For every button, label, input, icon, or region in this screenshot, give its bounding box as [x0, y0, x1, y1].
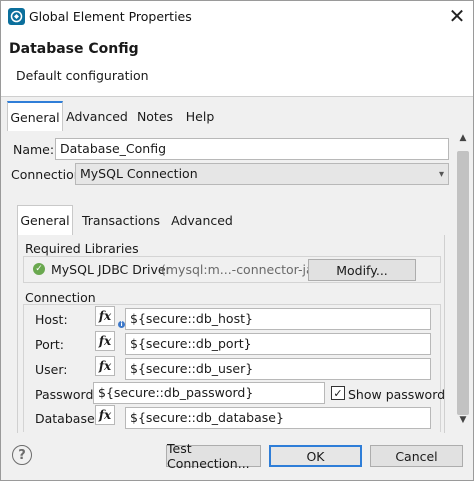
connection-group-label: Connection — [25, 290, 96, 305]
name-field[interactable]: Database_Config — [55, 138, 449, 160]
database-label: Database: — [35, 411, 99, 426]
tab-help[interactable]: Help — [181, 101, 219, 131]
required-libraries-label: Required Libraries — [25, 241, 139, 256]
connection-label: Connection — [11, 167, 82, 182]
header-description: Default configuration — [16, 68, 149, 83]
show-password-label: Show password — [348, 387, 446, 402]
password-field[interactable]: ${secure::db_password} — [93, 382, 325, 404]
cancel-button[interactable]: Cancel — [370, 445, 463, 467]
inner-tab-bar: General Transactions Advanced — [17, 205, 443, 235]
user-field[interactable]: ${secure::db_user} — [125, 358, 431, 380]
connection-select[interactable]: MySQL Connection ▾ — [75, 163, 449, 185]
dialog-footer: ? Test Connection... OK Cancel — [1, 433, 473, 480]
tab-notes[interactable]: Notes — [131, 101, 179, 131]
status-ok-icon: ✓ — [33, 263, 45, 275]
dialog-header: Database Config Default configuration — [1, 31, 473, 97]
driver-name: MySQL JDBC Driver — [51, 262, 171, 277]
window-title: Global Element Properties — [29, 9, 192, 24]
chevron-down-icon[interactable]: ▾ — [439, 169, 444, 180]
tab-general[interactable]: General — [7, 101, 63, 131]
header-title: Database Config — [9, 41, 139, 57]
info-icon: i — [118, 321, 125, 328]
test-connection-button[interactable]: Test Connection... — [166, 441, 261, 471]
port-label: Port: — [35, 337, 64, 352]
global-element-properties-dialog: Global Element Properties ✕ Database Con… — [0, 0, 474, 481]
inner-tab-general[interactable]: General — [17, 205, 73, 235]
inner-tab-advanced[interactable]: Advanced — [167, 205, 237, 235]
scroll-up-icon[interactable]: ▲ — [456, 133, 470, 147]
scroll-down-icon[interactable]: ▼ — [456, 415, 470, 431]
name-label: Name: — [13, 142, 55, 157]
password-label: Password: — [35, 387, 98, 402]
vertical-scrollbar[interactable]: ▲ ▼ — [454, 131, 472, 433]
host-label: Host: — [35, 312, 68, 327]
inner-tab-transactions[interactable]: Transactions — [75, 205, 167, 235]
database-field[interactable]: ${secure::db_database} — [125, 407, 431, 429]
connection-select-value: MySQL Connection — [80, 166, 198, 181]
app-icon — [8, 8, 25, 25]
outer-tab-bar: General Advanced Notes Help — [1, 101, 473, 131]
fx-icon[interactable]: fx — [95, 356, 115, 376]
host-field[interactable]: ${secure::db_host} — [125, 308, 431, 330]
user-label: User: — [35, 362, 68, 377]
modify-button[interactable]: Modify... — [308, 259, 416, 281]
port-field[interactable]: ${secure::db_port} — [125, 333, 431, 355]
help-icon[interactable]: ? — [12, 445, 32, 465]
show-password-checkbox[interactable]: ✓ — [331, 386, 345, 400]
fx-icon[interactable]: fx — [95, 331, 115, 351]
tab-advanced[interactable]: Advanced — [65, 101, 129, 131]
close-icon[interactable]: ✕ — [441, 3, 473, 29]
fx-icon[interactable]: fx — [95, 306, 115, 326]
ok-button[interactable]: OK — [269, 445, 362, 467]
fx-icon[interactable]: fx — [95, 405, 115, 425]
scroll-thumb[interactable] — [457, 151, 469, 415]
title-bar: Global Element Properties ✕ — [1, 1, 473, 31]
